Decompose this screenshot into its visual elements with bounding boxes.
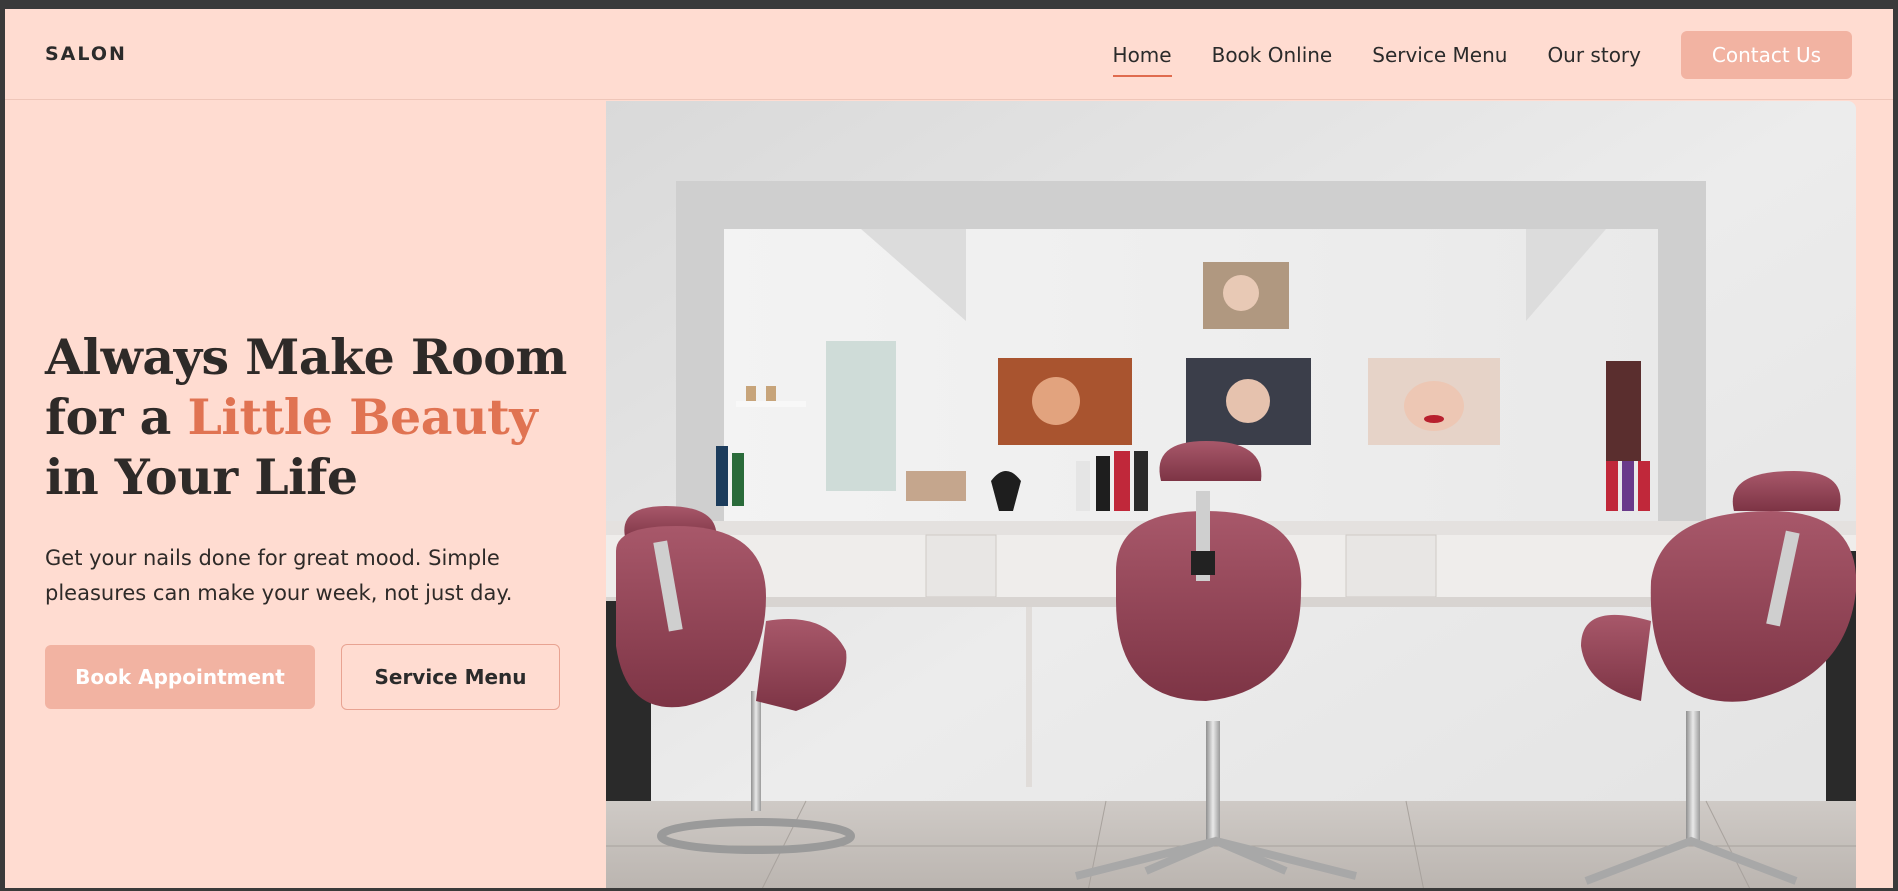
- hero-image-salon-interior: [606, 101, 1856, 888]
- salon-illustration: [606, 101, 1856, 888]
- nav-our-story[interactable]: Our story: [1547, 43, 1641, 67]
- hero-buttons: Book Appointment Service Menu: [45, 644, 560, 710]
- site-header: SALON Home Book Online Service Menu Our …: [5, 9, 1893, 100]
- hero-content: Always Make Room for a Little Beauty in …: [45, 327, 585, 611]
- logo[interactable]: SALON: [45, 43, 127, 65]
- book-appointment-button[interactable]: Book Appointment: [45, 645, 315, 709]
- page: SALON Home Book Online Service Menu Our …: [5, 9, 1893, 888]
- nav-book-online[interactable]: Book Online: [1212, 43, 1333, 67]
- service-menu-button[interactable]: Service Menu: [341, 644, 560, 710]
- nav-home[interactable]: Home: [1112, 43, 1172, 77]
- hero-title-accent: Little Beauty: [187, 388, 538, 446]
- nav-service-menu[interactable]: Service Menu: [1372, 43, 1507, 67]
- hero-title-part2: in Your Life: [45, 448, 358, 506]
- main-nav: Home Book Online Service Menu Our story …: [1112, 31, 1852, 79]
- hero-title: Always Make Room for a Little Beauty in …: [45, 327, 585, 507]
- contact-us-button[interactable]: Contact Us: [1681, 31, 1852, 79]
- hero-subtitle: Get your nails done for great mood. Simp…: [45, 546, 513, 605]
